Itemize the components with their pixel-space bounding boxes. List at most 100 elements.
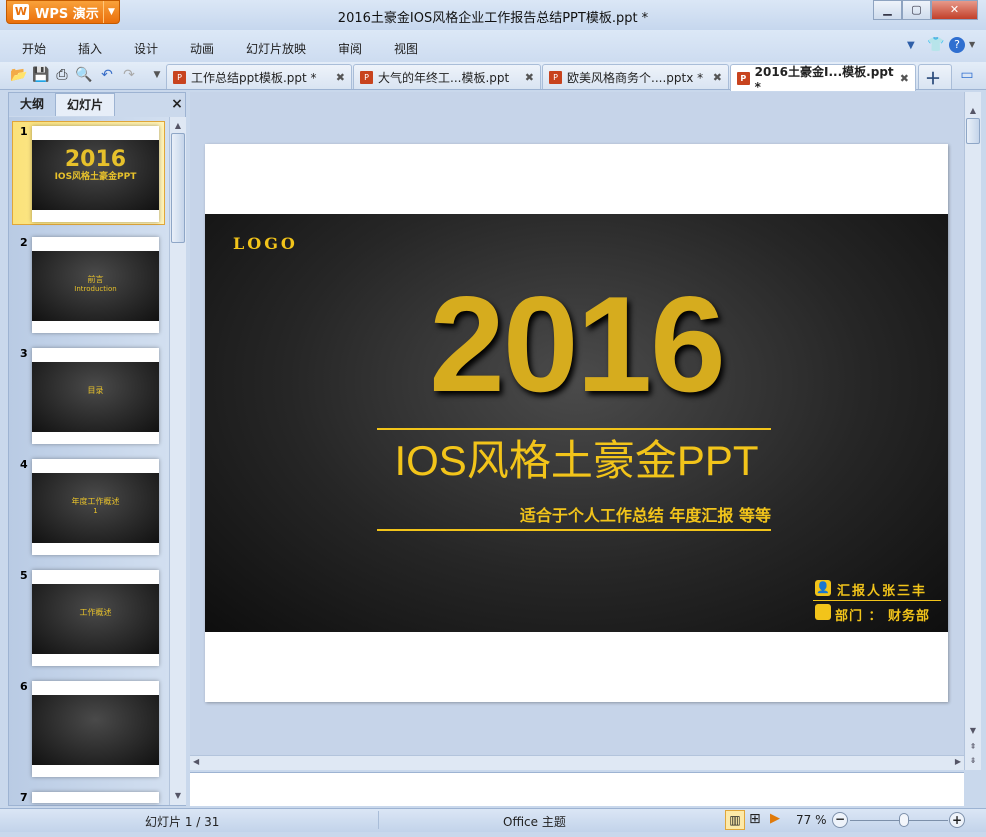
new-tab-button[interactable]: ＋ bbox=[918, 64, 952, 89]
scrollbar-thumb[interactable] bbox=[966, 118, 980, 144]
close-tab-icon[interactable]: ✖ bbox=[525, 71, 534, 84]
customize-dropdown-icon[interactable]: ▼ bbox=[148, 66, 166, 84]
previous-slide-icon[interactable]: ⇞ bbox=[966, 740, 980, 754]
thumbnail-number: 2 bbox=[20, 236, 28, 249]
theme-name: Office 主题 bbox=[503, 815, 566, 829]
tab-label: 大气的年终工...模板.ppt bbox=[378, 70, 510, 85]
slide-background: LOGO 2016 IOS风格土豪金PPT 适合于个人工作总结 年度汇报 等等 … bbox=[205, 214, 948, 632]
chevron-down-icon[interactable]: ▼ bbox=[969, 40, 975, 49]
slide-thumbnail[interactable]: 前言 Introduction bbox=[32, 237, 159, 333]
window-controls: ▁ ▢ ✕ bbox=[873, 0, 978, 20]
tab-label: 欧美风格商务个....pptx * bbox=[567, 70, 704, 85]
thumbnail-title: 年度工作概述 bbox=[71, 497, 120, 506]
undo-icon[interactable]: ↶ bbox=[98, 66, 116, 84]
editor-horizontal-scrollbar[interactable]: ◀ ▶ bbox=[190, 755, 964, 770]
document-tab[interactable]: P 工作总结ppt模板.ppt * ✖ bbox=[166, 64, 352, 89]
slide-thumbnail[interactable]: 2016 IOS风格土豪金PPT bbox=[32, 126, 159, 222]
divider-line bbox=[377, 428, 771, 430]
slide-panel: 大纲 幻灯片 × 1 2016 IOS风格土豪金PPT 2 前言 Introduction… bbox=[8, 92, 186, 806]
menu-home[interactable]: 开始 bbox=[22, 40, 46, 57]
slide-thumbnail[interactable]: 年度工作概述 1 bbox=[32, 459, 159, 555]
slide-thumbnail[interactable]: 工作概述 bbox=[32, 570, 159, 666]
thumbnail-content: 工作概述 bbox=[32, 584, 159, 654]
close-tab-icon[interactable]: ✖ bbox=[713, 71, 722, 84]
slide-thumbnail[interactable]: 目录 bbox=[32, 348, 159, 444]
slide-thumbnail[interactable] bbox=[32, 792, 159, 803]
scroll-up-icon[interactable]: ▲ bbox=[171, 119, 185, 133]
chevron-down-icon[interactable]: ▼ bbox=[907, 40, 915, 51]
document-tab[interactable]: P 欧美风格商务个....pptx * ✖ bbox=[542, 64, 729, 89]
thumbnail-content bbox=[32, 695, 159, 765]
tab-slides[interactable]: 幻灯片 bbox=[55, 93, 115, 116]
close-button[interactable]: ✕ bbox=[931, 0, 978, 20]
divider-line bbox=[377, 529, 771, 531]
current-slide[interactable]: LOGO 2016 IOS风格土豪金PPT 适合于个人工作总结 年度汇报 等等 … bbox=[205, 144, 948, 702]
scroll-down-icon[interactable]: ▼ bbox=[966, 724, 980, 738]
thumbnail-scrollbar[interactable]: ▲ ▼ bbox=[169, 117, 186, 805]
scrollbar-thumb[interactable] bbox=[171, 133, 185, 243]
scroll-left-icon[interactable]: ◀ bbox=[193, 757, 199, 766]
zoom-in-button[interactable]: + bbox=[949, 812, 965, 828]
skin-shirt-icon[interactable]: 👕 bbox=[927, 37, 944, 53]
status-bar: 幻灯片 1 / 31 Office 主题 ▥ ⊞ ▶ 77 % − + bbox=[0, 808, 986, 832]
editor-vertical-scrollbar[interactable]: ▲ ▼ ⇞ ⇟ bbox=[964, 92, 981, 770]
slide-sorter-icon[interactable]: ⊞ bbox=[749, 811, 761, 827]
divider bbox=[378, 811, 379, 829]
scroll-up-icon[interactable]: ▲ bbox=[966, 104, 980, 118]
redo-icon[interactable]: ↷ bbox=[120, 66, 138, 84]
thumbnail-number: 1 bbox=[20, 125, 28, 138]
zoom-slider-thumb[interactable] bbox=[898, 813, 909, 827]
reporter-name: 汇报人张三丰 bbox=[837, 584, 928, 599]
open-folder-icon[interactable]: 📂 bbox=[10, 66, 28, 84]
slideshow-icon[interactable]: ▶ bbox=[770, 811, 780, 826]
tab-label: 2016土豪金I...模板.ppt * bbox=[754, 64, 894, 94]
document-tab[interactable]: P 大气的年终工...模板.ppt ✖ bbox=[353, 64, 541, 89]
thumbnail-number: 5 bbox=[20, 569, 28, 582]
department: 部门 ： 财务部 bbox=[835, 609, 931, 624]
close-tab-icon[interactable]: ✖ bbox=[336, 71, 345, 84]
document-tab-active[interactable]: P 2016土豪金I...模板.ppt * ✖ bbox=[730, 64, 916, 94]
close-panel-icon[interactable]: × bbox=[167, 93, 187, 116]
thumbnail-content: 目录 bbox=[32, 362, 159, 432]
normal-view-icon[interactable]: ▥ bbox=[725, 810, 745, 830]
thumbnail-content: 年度工作概述 1 bbox=[32, 473, 159, 543]
department-icon bbox=[815, 604, 831, 620]
thumbnail-subtitle: 1 bbox=[93, 507, 98, 515]
scroll-down-icon[interactable]: ▼ bbox=[171, 789, 185, 803]
menu-slideshow[interactable]: 幻灯片放映 bbox=[246, 40, 306, 57]
print-preview-icon[interactable]: 🔍 bbox=[75, 66, 93, 84]
thumbnail-subtitle: IOS风格土豪金PPT bbox=[54, 172, 137, 182]
menu-design[interactable]: 设计 bbox=[134, 40, 158, 57]
menu-bar: 开始 插入 设计 动画 幻灯片放映 审阅 视图 ▼ 👕 ? ▼ bbox=[0, 30, 986, 62]
help-icon[interactable]: ? bbox=[949, 37, 965, 53]
menu-view[interactable]: 视图 bbox=[394, 40, 418, 57]
quick-toolbar: 📂 💾 ⎙ 🔍 ↶ ↷ ▼ P 工作总结ppt模板.ppt * ✖ P 大气的年终工.… bbox=[0, 62, 986, 94]
close-tab-icon[interactable]: ✖ bbox=[900, 72, 909, 85]
thumbnail-title: 前言 bbox=[87, 275, 104, 284]
scroll-right-icon[interactable]: ▶ bbox=[955, 757, 961, 766]
tab-label: 工作总结ppt模板.ppt * bbox=[191, 70, 317, 85]
maximize-button[interactable]: ▢ bbox=[902, 0, 931, 20]
ppt-file-icon: P bbox=[737, 71, 750, 85]
minimize-button[interactable]: ▁ bbox=[873, 0, 902, 20]
ppt-file-icon: P bbox=[360, 70, 373, 84]
slide-logo: LOGO bbox=[233, 234, 298, 253]
notes-area[interactable] bbox=[190, 772, 964, 806]
menu-insert[interactable]: 插入 bbox=[78, 40, 102, 57]
thumbnail-content: 前言 Introduction bbox=[32, 251, 159, 321]
print-icon[interactable]: ⎙ bbox=[53, 66, 71, 84]
slide-thumbnail[interactable] bbox=[32, 681, 159, 777]
thumbnail-number: 3 bbox=[20, 347, 28, 360]
save-icon[interactable]: 💾 bbox=[32, 66, 50, 84]
menu-animation[interactable]: 动画 bbox=[190, 40, 214, 57]
zoom-out-button[interactable]: − bbox=[832, 812, 848, 828]
slide-counter: 幻灯片 1 / 31 bbox=[145, 815, 220, 829]
thumbnail-subtitle: Introduction bbox=[74, 285, 117, 293]
menu-review[interactable]: 审阅 bbox=[338, 40, 362, 57]
tab-outline[interactable]: 大纲 bbox=[9, 93, 55, 116]
thumbnail-number: 4 bbox=[20, 458, 28, 471]
thumbnail-title: 2016 bbox=[64, 147, 127, 172]
window-list-icon[interactable]: ▭ bbox=[958, 66, 976, 84]
zoom-level: 77 % bbox=[796, 813, 827, 827]
next-slide-icon[interactable]: ⇟ bbox=[966, 754, 980, 768]
